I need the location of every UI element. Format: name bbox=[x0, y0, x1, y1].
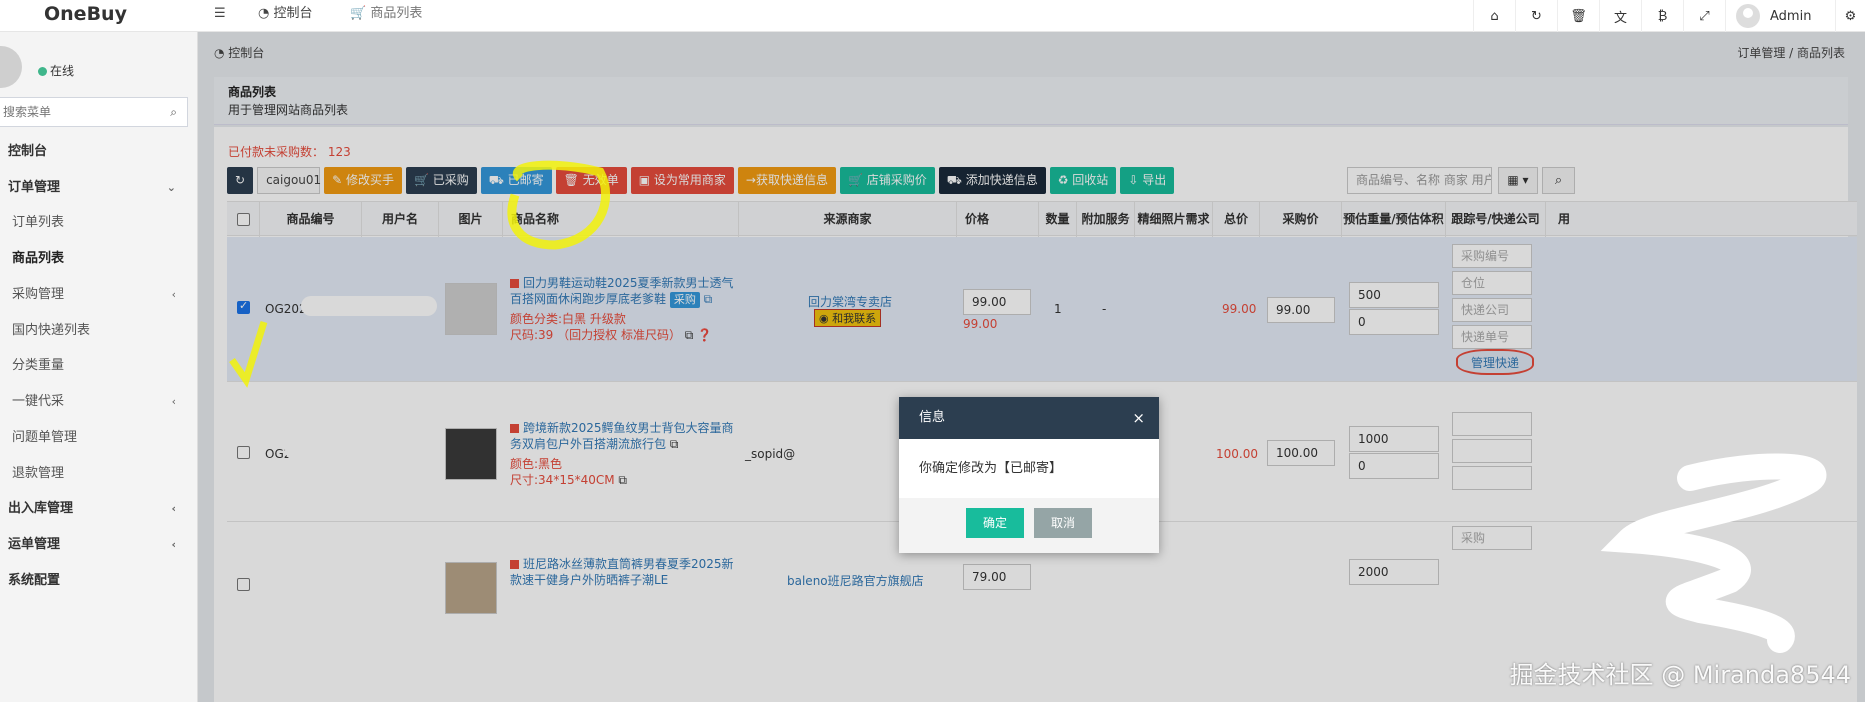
modal-backdrop[interactable] bbox=[198, 32, 1865, 702]
confirm-dialog: 信息 × 你确定修改为【已邮寄】 确定 取消 bbox=[899, 397, 1159, 553]
bitcoin-icon[interactable]: ₿ bbox=[1641, 0, 1683, 32]
home-icon[interactable]: ⌂ bbox=[1473, 0, 1515, 32]
refresh-icon[interactable]: ↻ bbox=[1515, 0, 1557, 32]
top-navbar: OneBuy ☰ ◔ 控制台 🛒 商品列表 ⌂ ↻ 🗑 文 ₿ ⤢ Admin … bbox=[0, 0, 1865, 32]
sidebar-item-waybills[interactable]: 运单管理 ‹ bbox=[0, 530, 190, 560]
dialog-message: 你确定修改为【已邮寄】 bbox=[919, 461, 1063, 476]
sidebar-item-purchase[interactable]: 采购管理 ‹ bbox=[0, 280, 190, 310]
app-logo[interactable]: OneBuy bbox=[0, 0, 198, 32]
sidebar-toggle-icon[interactable]: ☰ bbox=[214, 0, 226, 32]
settings-icon[interactable]: ⚙ bbox=[1835, 0, 1865, 32]
sidebar-item-category-weight[interactable]: 分类重量 bbox=[0, 351, 190, 381]
dialog-title: 信息 bbox=[919, 410, 946, 425]
chevron-left-icon: ‹ bbox=[171, 395, 176, 408]
dialog-header: 信息 × bbox=[899, 397, 1159, 439]
user-avatar bbox=[1736, 4, 1760, 28]
menu-search-input[interactable] bbox=[0, 98, 149, 126]
sidebar-item-orders[interactable]: 订单管理 ⌄ bbox=[0, 173, 190, 203]
sidebar-item-product-list[interactable]: 商品列表 bbox=[0, 244, 190, 274]
online-dot-icon bbox=[38, 67, 47, 76]
watermark: 掘金技术社区 @ Miranda8544 bbox=[1509, 661, 1851, 689]
sidebar-item-system[interactable]: 系统配置 bbox=[0, 566, 190, 596]
chevron-down-icon: ⌄ bbox=[166, 181, 176, 194]
sidebar-item-dashboard[interactable]: 控制台 bbox=[0, 137, 190, 167]
sidebar: 在线 ⌕ 控制台 订单管理⌄ 订单列表 商品列表 采购管理‹ 国内快递列表 分类… bbox=[0, 32, 198, 702]
sidebar-item-refunds[interactable]: 退款管理 bbox=[0, 459, 190, 489]
fullscreen-icon[interactable]: ⤢ bbox=[1683, 0, 1725, 32]
confirm-button[interactable]: 确定 bbox=[966, 508, 1024, 538]
app-root: OneBuy ☰ ◔ 控制台 🛒 商品列表 ⌂ ↻ 🗑 文 ₿ ⤢ Admin … bbox=[0, 0, 1865, 702]
sidebar-item-issues[interactable]: 问题单管理 bbox=[0, 423, 190, 453]
topbar-actions: ⌂ ↻ 🗑 文 ₿ ⤢ Admin ⚙ bbox=[1473, 0, 1865, 32]
dialog-footer: 确定 取消 bbox=[899, 498, 1159, 553]
sidebar-item-warehouse[interactable]: 出入库管理 ‹ bbox=[0, 494, 190, 524]
trash-icon[interactable]: 🗑 bbox=[1557, 0, 1599, 32]
user-menu[interactable]: Admin bbox=[1725, 0, 1835, 32]
chevron-left-icon: ‹ bbox=[171, 288, 176, 301]
tab-dashboard[interactable]: ◔ 控制台 bbox=[258, 0, 313, 32]
chevron-left-icon: ‹ bbox=[171, 502, 176, 515]
menu-search: ⌕ bbox=[0, 97, 188, 127]
cart-icon: 🛒 bbox=[350, 6, 367, 21]
online-status: 在线 bbox=[38, 62, 74, 79]
dashboard-icon: ◔ bbox=[258, 6, 270, 21]
sidebar-item-domestic-express[interactable]: 国内快递列表 bbox=[0, 316, 190, 346]
translate-icon[interactable]: 文 bbox=[1599, 0, 1641, 32]
search-icon[interactable]: ⌕ bbox=[170, 105, 177, 120]
chevron-left-icon: ‹ bbox=[171, 538, 176, 551]
sidebar-item-one-click[interactable]: 一键代采 ‹ bbox=[0, 387, 190, 417]
sidebar-avatar bbox=[0, 46, 22, 88]
cancel-button[interactable]: 取消 bbox=[1034, 508, 1092, 538]
tab-product-list[interactable]: 🛒 商品列表 bbox=[350, 0, 422, 32]
sidebar-item-order-list[interactable]: 订单列表 bbox=[0, 208, 190, 238]
close-icon[interactable]: × bbox=[1132, 397, 1145, 439]
